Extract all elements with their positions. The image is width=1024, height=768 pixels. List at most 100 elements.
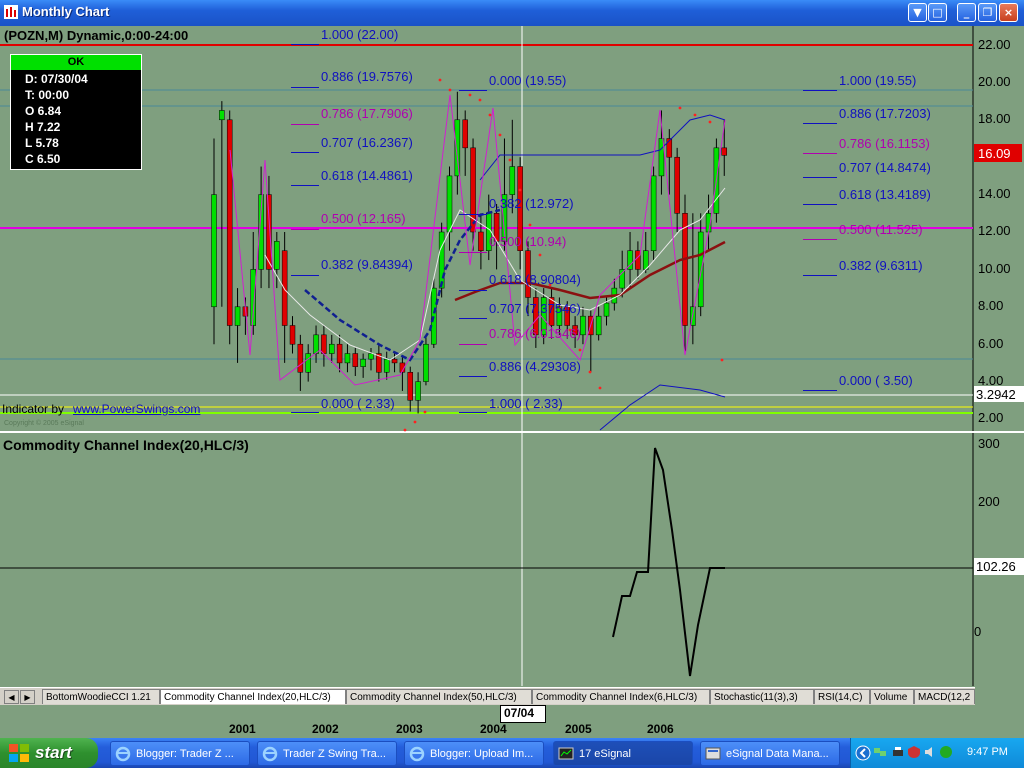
year-label: 2001 bbox=[229, 722, 256, 736]
sar-dot bbox=[538, 253, 542, 257]
printer-icon[interactable] bbox=[891, 745, 905, 759]
fib-level: 0.886 (4.29308) bbox=[489, 359, 581, 374]
sar-dot bbox=[720, 358, 724, 362]
antivirus-icon[interactable] bbox=[939, 745, 953, 759]
price-label: 14.00 bbox=[978, 186, 1011, 201]
maximize-icon[interactable]: □ bbox=[928, 3, 947, 22]
fib-level: 0.000 ( 2.33) bbox=[321, 396, 395, 411]
indicator-value: 3.2942 bbox=[976, 387, 1016, 402]
tab-bottomwoodiecci[interactable]: BottomWoodieCCI 1.21 bbox=[42, 689, 160, 704]
candle-body bbox=[368, 353, 374, 360]
volume-icon[interactable] bbox=[923, 745, 937, 759]
fib-level: 0.500 (12.165) bbox=[321, 211, 406, 226]
year-label: 2005 bbox=[565, 722, 592, 736]
fib-level: 1.000 ( 2.33) bbox=[489, 396, 563, 411]
dropdown-button[interactable]: ▼ bbox=[908, 3, 927, 22]
candle-body bbox=[336, 343, 343, 364]
candle-body bbox=[462, 119, 468, 149]
internet-explorer-icon bbox=[115, 746, 131, 761]
fib-level: 0.707 (7.37546) bbox=[489, 301, 581, 316]
ohlc-time: T: 00:00 bbox=[25, 88, 70, 102]
last-price: 16.09 bbox=[978, 146, 1011, 161]
taskbar-item-trader-z[interactable]: Trader Z Swing Tra... bbox=[257, 741, 397, 766]
price-label: 20.00 bbox=[978, 74, 1011, 89]
sar-dot bbox=[413, 420, 417, 424]
security-icon[interactable] bbox=[907, 745, 921, 759]
network-icon[interactable] bbox=[873, 745, 887, 759]
fib-level: 0.000 (19.55) bbox=[489, 73, 567, 88]
candle-body bbox=[697, 231, 704, 308]
tray-expand-icon[interactable] bbox=[855, 745, 871, 761]
candle-body bbox=[352, 353, 359, 367]
cci-axis-label: 200 bbox=[978, 494, 1000, 509]
candle-body bbox=[329, 343, 335, 354]
tab-rsi[interactable]: RSI(14,C) bbox=[814, 689, 870, 704]
sar-dot bbox=[508, 158, 512, 162]
taskbar-item-label: Blogger: Upload Im... bbox=[430, 747, 534, 760]
candle-body bbox=[674, 156, 680, 214]
candle-body bbox=[297, 343, 304, 373]
taskbar-clock[interactable]: 9:47 PM bbox=[967, 746, 1008, 758]
copyright-text: Copyright © 2005 eSignal bbox=[4, 420, 84, 427]
price-label: 22.00 bbox=[978, 37, 1011, 52]
price-label: 18.00 bbox=[978, 111, 1011, 126]
price-label: 10.00 bbox=[978, 261, 1011, 276]
minimize-button[interactable]: _ bbox=[957, 3, 976, 22]
powerswings-link[interactable]: www.PowerSwings.com bbox=[73, 402, 200, 416]
fib-level: 0.618 (8.90804) bbox=[489, 272, 581, 287]
restore-button[interactable]: ❐ bbox=[978, 3, 997, 22]
tab-scroll-right-icon[interactable]: ▶ bbox=[20, 690, 35, 704]
candle-body bbox=[391, 358, 398, 364]
taskbar-item-blogger-1[interactable]: Blogger: Trader Z ... bbox=[110, 741, 250, 766]
fib-level: 0.707 (16.2367) bbox=[321, 135, 413, 150]
tab-cci-50[interactable]: Commodity Channel Index(50,HLC/3) bbox=[346, 689, 532, 704]
taskbar-item-esignal-data-manager[interactable]: eSignal Data Mana... bbox=[700, 741, 840, 766]
close-button[interactable]: × bbox=[999, 3, 1018, 22]
taskbar-item-label: eSignal Data Mana... bbox=[726, 747, 829, 760]
windows-taskbar: start Blogger: Trader Z ... Trader Z Swi… bbox=[0, 738, 1024, 768]
candle-body bbox=[383, 358, 390, 373]
candle-body bbox=[478, 231, 484, 251]
window-title-bar[interactable]: Monthly Chart ▼ □ _ ❐ × bbox=[0, 0, 1024, 26]
sar-dot bbox=[708, 120, 712, 124]
sar-dot bbox=[578, 348, 582, 352]
candle-body bbox=[580, 315, 586, 336]
year-label: 2004 bbox=[480, 722, 507, 736]
taskbar-item-esignal[interactable]: 17 eSignal bbox=[553, 741, 693, 766]
price-label: 12.00 bbox=[978, 223, 1011, 238]
window-title: Monthly Chart bbox=[22, 4, 110, 19]
sar-dot bbox=[518, 188, 522, 192]
candle-body bbox=[650, 175, 657, 251]
system-tray: 9:47 PM bbox=[850, 738, 1024, 768]
windows-logo-icon bbox=[9, 744, 29, 762]
sar-dot bbox=[403, 428, 407, 432]
tab-cci-20[interactable]: Commodity Channel Index(20,HLC/3) bbox=[160, 689, 346, 704]
sar-dot bbox=[498, 133, 502, 137]
study-tabs-bar: ◀ ▶ BottomWoodieCCI 1.21 Commodity Chann… bbox=[0, 687, 975, 706]
sar-dot bbox=[468, 93, 472, 97]
start-button[interactable]: start bbox=[0, 738, 98, 768]
candle-body bbox=[446, 175, 453, 233]
tab-stochastic[interactable]: Stochastic(11(3),3) bbox=[710, 689, 814, 704]
fib-level: 1.000 (19.55) bbox=[839, 73, 917, 88]
price-label: 6.00 bbox=[978, 336, 1004, 351]
ohlc-low: L 5.78 bbox=[25, 136, 59, 150]
fib-level: 0.618 (13.4189) bbox=[839, 187, 931, 202]
tab-volume[interactable]: Volume bbox=[870, 689, 914, 704]
tab-scroll-left-icon[interactable]: ◀ bbox=[4, 690, 19, 704]
tab-macd[interactable]: MACD(12,2 bbox=[914, 689, 975, 704]
taskbar-item-label: Trader Z Swing Tra... bbox=[283, 747, 386, 760]
taskbar-item-blogger-2[interactable]: Blogger: Upload Im... bbox=[404, 741, 544, 766]
sar-dot bbox=[478, 98, 482, 102]
ohlc-date: D: 07/30/04 bbox=[25, 72, 88, 86]
fib-level: 0.382 (9.6311) bbox=[839, 258, 923, 273]
cci-axis-label: 0 bbox=[974, 624, 982, 639]
sar-dot bbox=[423, 410, 427, 414]
price-chart-area[interactable]: 22.00 20.00 18.00 16.09 14.00 12.00 10.0… bbox=[0, 26, 1024, 686]
candle-body bbox=[423, 343, 429, 382]
candle-body bbox=[438, 231, 445, 289]
sar-dot bbox=[678, 106, 682, 110]
tab-cci-6[interactable]: Commodity Channel Index(6,HLC/3) bbox=[532, 689, 710, 704]
candle-body bbox=[407, 372, 413, 401]
candle-body bbox=[219, 110, 225, 121]
